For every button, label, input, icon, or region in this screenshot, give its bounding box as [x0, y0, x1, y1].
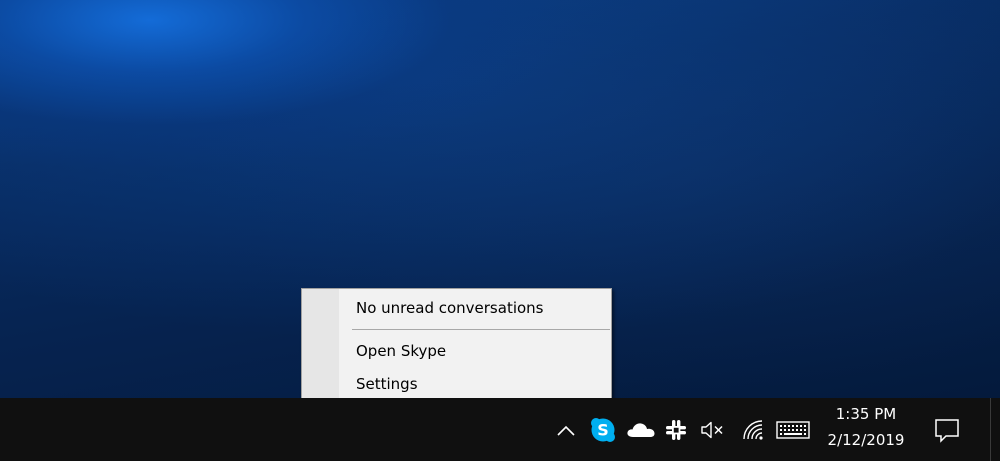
network-tray-button[interactable]: [738, 398, 768, 461]
slack-tray-button[interactable]: [662, 398, 690, 461]
menu-item-settings[interactable]: Settings: [303, 370, 610, 398]
svg-text:S: S: [597, 420, 609, 439]
skype-icon: S: [591, 417, 615, 442]
slack-icon: [666, 419, 686, 440]
touch-keyboard-button[interactable]: [774, 398, 812, 461]
skype-tray-button[interactable]: S: [588, 398, 618, 461]
taskbar-clock[interactable]: 1:35 PM 2/12/2019: [820, 398, 912, 461]
onedrive-tray-button[interactable]: [624, 398, 658, 461]
show-hidden-icons-button[interactable]: [552, 398, 580, 461]
volume-tray-button[interactable]: [698, 398, 728, 461]
action-center-button[interactable]: [926, 398, 968, 461]
show-desktop-button[interactable]: [990, 398, 1000, 461]
taskbar: S 1:35 PM 2/12/2019: [0, 398, 1000, 461]
keyboard-icon: [776, 420, 810, 439]
menu-separator: [352, 329, 610, 330]
chevron-up-icon: [557, 425, 575, 436]
menu-item-no-unread-conversations[interactable]: No unread conversations: [303, 294, 610, 322]
onedrive-icon: [627, 422, 655, 437]
volume-muted-icon: [701, 421, 723, 438]
wifi-icon: [743, 419, 763, 440]
windows-screen: No unread conversations Open Skype Setti…: [0, 0, 1000, 461]
clock-time: 1:35 PM: [835, 405, 897, 423]
menu-item-open-skype[interactable]: Open Skype: [303, 337, 610, 365]
clock-date: 2/12/2019: [827, 431, 905, 449]
skype-context-menu: No unread conversations Open Skype Setti…: [301, 288, 612, 402]
action-center-icon: [935, 418, 959, 443]
